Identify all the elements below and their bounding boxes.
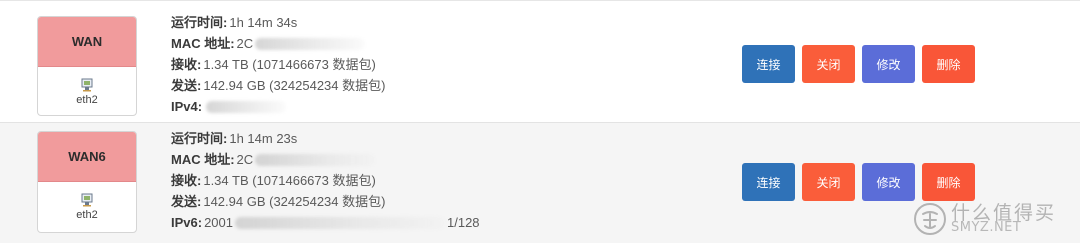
rx-label: 接收: [171,173,202,188]
connect-button[interactable]: 连接 [742,163,795,201]
uptime-label: 运行时间: [171,131,228,146]
interface-badge: WAN eth2 [37,16,137,116]
ip-line: IPv6: 2001 1/128 [171,212,480,233]
tx-label: 发送: [171,78,202,93]
rx-value: 1.34 TB (1071466673 数据包) [203,173,376,188]
edit-button[interactable]: 修改 [862,45,915,83]
interface-list: WAN eth2 运行时间: 1h 14m 34s MAC 地址: 2C 接收:… [0,0,1080,243]
rx-line: 接收: 1.34 TB (1071466673 数据包) [171,54,385,75]
tx-line: 发送: 142.94 GB (324254234 数据包) [171,75,385,96]
mac-label: MAC 地址: [171,152,235,167]
interface-device: eth2 [38,67,136,115]
tx-value: 142.94 GB (324254234 数据包) [203,78,386,93]
tx-line: 发送: 142.94 GB (324254234 数据包) [171,191,480,212]
ethernet-port-icon [81,78,93,92]
interface-device: eth2 [38,182,136,232]
interface-name: WAN6 [38,132,136,182]
uptime-line: 运行时间: 1h 14m 34s [171,12,385,33]
connect-button[interactable]: 连接 [742,45,795,83]
interface-badge: WAN6 eth2 [37,131,137,233]
uptime-value: 1h 14m 23s [229,131,298,146]
interface-info: 运行时间: 1h 14m 23s MAC 地址: 2C 接收: 1.34 TB … [171,128,480,233]
redacted-mac [255,153,376,166]
uptime-value: 1h 14m 34s [229,15,298,30]
ip-label: IPv6: [171,215,203,230]
ip-label: IPv4: [171,99,203,114]
mac-label: MAC 地址: [171,36,235,51]
interface-actions: 连接 关闭 修改 删除 [742,163,975,201]
tx-label: 发送: [171,194,202,209]
close-button[interactable]: 关闭 [802,163,855,201]
interface-actions: 连接 关闭 修改 删除 [742,45,975,83]
device-name: eth2 [76,94,98,106]
redacted-mac [255,37,366,50]
mac-line: MAC 地址: 2C [171,149,480,170]
ethernet-port-icon [81,193,93,207]
ip-suffix: 1/128 [447,215,480,230]
rx-line: 接收: 1.34 TB (1071466673 数据包) [171,170,480,191]
redacted-ip [235,216,445,229]
delete-button[interactable]: 删除 [922,45,975,83]
interface-name: WAN [38,17,136,67]
interface-info: 运行时间: 1h 14m 34s MAC 地址: 2C 接收: 1.34 TB … [171,12,385,117]
ip-prefix: 2001 [204,215,233,230]
uptime-label: 运行时间: [171,15,228,30]
interface-row-wan: WAN eth2 运行时间: 1h 14m 34s MAC 地址: 2C 接收:… [0,6,1080,123]
device-name: eth2 [76,209,98,221]
delete-button[interactable]: 删除 [922,163,975,201]
rx-value: 1.34 TB (1071466673 数据包) [203,57,376,72]
redacted-ip [206,100,287,113]
ip-line: IPv4: [171,96,385,117]
mac-line: MAC 地址: 2C [171,33,385,54]
mac-value: 2C [236,36,254,51]
mac-value: 2C [236,152,254,167]
tx-value: 142.94 GB (324254234 数据包) [203,194,386,209]
close-button[interactable]: 关闭 [802,45,855,83]
interface-row-wan6: WAN6 eth2 运行时间: 1h 14m 23s MAC 地址: 2C 接收… [0,123,1080,243]
rx-label: 接收: [171,57,202,72]
uptime-line: 运行时间: 1h 14m 23s [171,128,480,149]
edit-button[interactable]: 修改 [862,163,915,201]
